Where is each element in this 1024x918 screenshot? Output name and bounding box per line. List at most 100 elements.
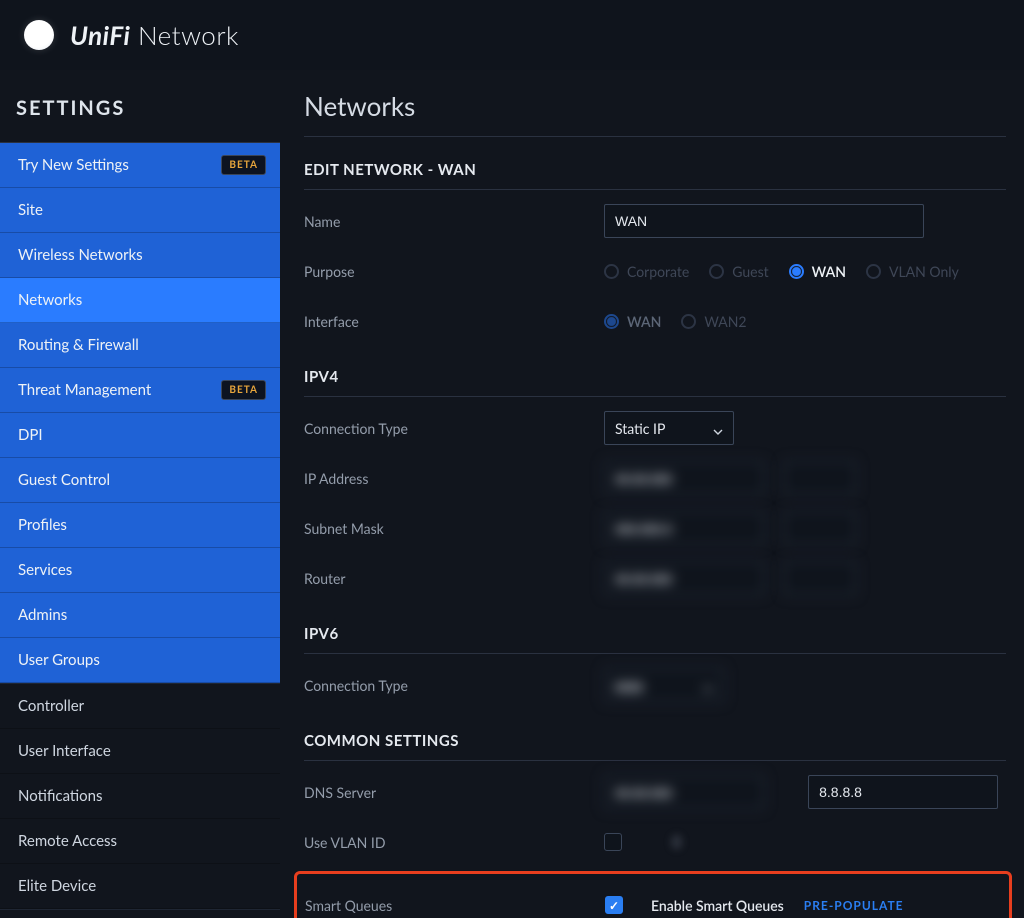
beta-badge: BETA <box>221 155 266 175</box>
sidebar-item-label: Threat Management <box>18 381 151 399</box>
radio-dot-icon <box>789 264 804 279</box>
sidebar: SETTINGS Try New SettingsBETASiteWireles… <box>0 70 280 918</box>
row-interface: Interface WANWAN2 <box>304 296 1006 346</box>
row-vlan: Use VLAN ID 0 <box>304 817 1006 867</box>
section-ipv4-heading: IPV4 <box>304 368 1006 397</box>
sidebar-item-label: Remote Access <box>18 832 117 850</box>
row-ipv6-conn-type: Connection Type xxxx <box>304 660 1006 710</box>
interface-option-wan[interactable]: WAN <box>604 313 661 330</box>
purpose-option-wan[interactable]: WAN <box>789 263 846 280</box>
sidebar-item-user-interface[interactable]: User Interface <box>0 729 280 774</box>
vlan-checkbox[interactable] <box>604 833 622 851</box>
label-subnet: Subnet Mask <box>304 520 604 537</box>
smart-queues-checkbox[interactable] <box>605 896 623 914</box>
sidebar-item-wireless-networks[interactable]: Wireless Networks <box>0 233 280 278</box>
sidebar-item-label: Controller <box>18 697 84 715</box>
label-ipv4-conn-type: Connection Type <box>304 420 604 437</box>
row-router: Router <box>304 553 1006 603</box>
sidebar-item-label: Admins <box>18 606 67 624</box>
label-router: Router <box>304 570 604 587</box>
sidebar-item-profiles[interactable]: Profiles <box>0 503 280 548</box>
router-aux-input[interactable] <box>784 561 856 595</box>
radio-dot-icon <box>604 264 619 279</box>
sidebar-item-admins[interactable]: Admins <box>0 593 280 638</box>
sidebar-item-controller[interactable]: Controller <box>0 684 280 729</box>
dns1-input[interactable] <box>604 775 764 809</box>
label-vlan: Use VLAN ID <box>304 834 604 851</box>
purpose-option-corporate[interactable]: Corporate <box>604 263 689 280</box>
ipv4-conn-type-value: Static IP <box>615 420 665 437</box>
beta-badge: BETA <box>221 380 266 400</box>
sidebar-item-routing-firewall[interactable]: Routing & Firewall <box>0 323 280 368</box>
ipv4-conn-type-select[interactable]: Static IP <box>604 411 734 445</box>
ip-address-input[interactable] <box>604 461 764 495</box>
sidebar-item-dpi[interactable]: DPI <box>0 413 280 458</box>
sidebar-item-label: Elite Device <box>18 877 96 895</box>
sidebar-item-remote-access[interactable]: Remote Access <box>0 819 280 864</box>
smart-queues-highlight: Smart Queues Enable Smart Queues PRE-POP… <box>294 871 1012 918</box>
topbar: UniFi Network <box>0 0 1024 70</box>
sidebar-item-label: Services <box>18 561 72 579</box>
sidebar-item-label: Wireless Networks <box>18 246 143 264</box>
dns2-input[interactable] <box>808 775 998 809</box>
sidebar-item-threat-management[interactable]: Threat Management BETA <box>0 368 280 413</box>
smart-queues-enable-label: Enable Smart Queues <box>651 897 784 914</box>
row-ipv4-conn-type: Connection Type Static IP <box>304 403 1006 453</box>
row-dns: DNS Server <box>304 767 1006 817</box>
ipv6-conn-type-select[interactable]: xxxx <box>604 668 724 702</box>
radio-label: VLAN Only <box>889 263 959 280</box>
sidebar-item-guest-control[interactable]: Guest Control <box>0 458 280 503</box>
brand-text: UniFi Network <box>70 19 239 51</box>
main-panel: Networks EDIT NETWORK - WAN Name Purpose… <box>280 70 1024 918</box>
sidebar-item-elite-device[interactable]: Elite Device <box>0 864 280 909</box>
sidebar-item-services[interactable]: Services <box>0 548 280 593</box>
sidebar-item-label: Routing & Firewall <box>18 336 139 354</box>
sidebar-item-label: DPI <box>18 426 43 444</box>
name-input[interactable] <box>604 204 924 238</box>
router-input[interactable] <box>604 561 764 595</box>
sidebar-item-user-groups[interactable]: User Groups <box>0 638 280 683</box>
ipv6-conn-type-value: xxxx <box>615 677 643 694</box>
vlan-id-placeholder: 0 <box>672 833 681 852</box>
page-title: Networks <box>304 90 1006 137</box>
radio-label: WAN <box>627 313 661 330</box>
pre-populate-link[interactable]: PRE-POPULATE <box>804 898 904 913</box>
radio-dot-icon <box>709 264 724 279</box>
sidebar-item-label: Networks <box>18 291 82 309</box>
subnet-aux-input[interactable] <box>784 511 856 545</box>
sidebar-item-label: Profiles <box>18 516 67 534</box>
label-ipv6-conn-type: Connection Type <box>304 677 604 694</box>
label-smart-queues: Smart Queues <box>305 897 605 914</box>
sidebar-item-label: Notifications <box>18 787 103 805</box>
purpose-option-guest[interactable]: Guest <box>709 263 768 280</box>
sidebar-item-label: User Interface <box>18 742 111 760</box>
sidebar-item-label: User Groups <box>18 651 100 669</box>
row-ip-address: IP Address <box>304 453 1006 503</box>
sidebar-item-label: Try New Settings <box>18 156 129 174</box>
subnet-input[interactable] <box>604 511 764 545</box>
dns1-aux <box>784 783 788 802</box>
purpose-option-vlan-only[interactable]: VLAN Only <box>866 263 959 280</box>
ip-address-aux-input[interactable] <box>784 461 856 495</box>
label-dns: DNS Server <box>304 784 604 801</box>
radio-dot-icon <box>681 314 696 329</box>
brand-rest: Network <box>130 19 239 51</box>
label-name: Name <box>304 213 604 230</box>
brand-logo-icon <box>24 20 54 50</box>
sidebar-item-label: Site <box>18 201 43 219</box>
radio-label: WAN <box>812 263 846 280</box>
row-subnet: Subnet Mask <box>304 503 1006 553</box>
sidebar-item-label: Guest Control <box>18 471 110 489</box>
brand-strong: UniFi <box>70 19 130 51</box>
radio-dot-icon <box>604 314 619 329</box>
label-ip-address: IP Address <box>304 470 604 487</box>
sidebar-item-try-new-settings[interactable]: Try New Settings BETA <box>0 143 280 188</box>
chevron-down-icon <box>703 680 713 690</box>
sidebar-item-site[interactable]: Site <box>0 188 280 233</box>
sidebar-item-networks[interactable]: Networks <box>0 278 280 323</box>
section-common-heading: COMMON SETTINGS <box>304 732 1006 761</box>
sidebar-item-notifications[interactable]: Notifications <box>0 774 280 819</box>
section-edit-heading: EDIT NETWORK - WAN <box>304 161 1006 190</box>
radio-label: Guest <box>732 263 768 280</box>
interface-option-wan2[interactable]: WAN2 <box>681 313 746 330</box>
